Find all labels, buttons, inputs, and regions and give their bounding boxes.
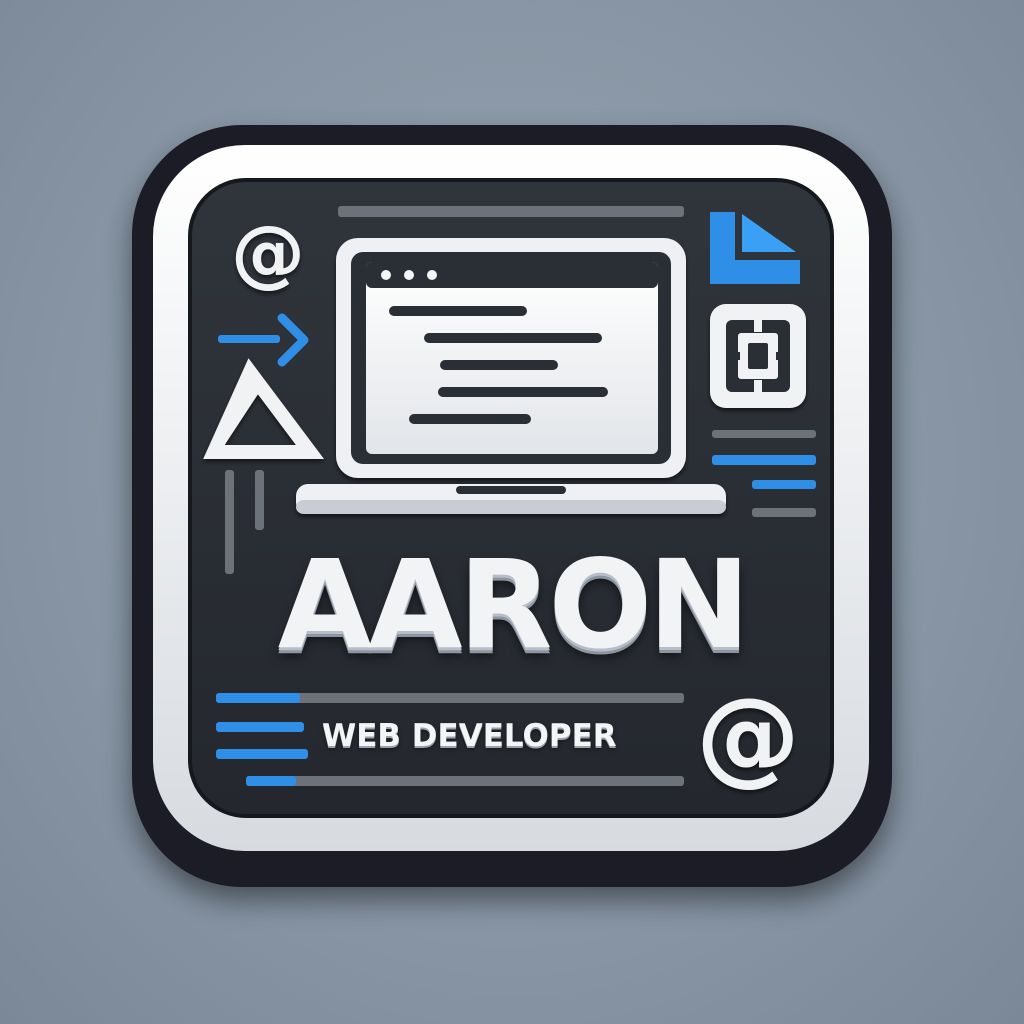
bottom-bar-gray-end — [246, 776, 684, 786]
at-sign-icon: @ — [696, 675, 800, 797]
vertical-bar-right — [255, 470, 264, 530]
right-bar-1 — [712, 430, 816, 438]
chip-icon — [710, 304, 806, 408]
right-bar-3 — [752, 480, 816, 489]
bottom-bar-blue-2 — [216, 722, 304, 732]
top-gray-bar — [338, 206, 684, 217]
bottom-bar-blue-3 — [216, 749, 308, 759]
right-bar-4 — [752, 508, 816, 517]
right-bar-2 — [712, 455, 816, 465]
logo-tagline: WEB DEVELOPER — [322, 718, 617, 754]
badge-art: @ @ — [132, 125, 892, 887]
code-window-icon — [366, 262, 658, 454]
logo-name: AARON — [277, 534, 751, 676]
at-sign-icon: @ — [231, 210, 305, 296]
svg-text:@: @ — [231, 210, 305, 296]
bottom-bar-blue-1 — [216, 693, 300, 703]
logo-badge: @ @ AARON WEB DEVELOPER — [0, 0, 1024, 1024]
svg-text:@: @ — [696, 675, 800, 797]
bottom-bar-blue-4 — [246, 776, 296, 786]
